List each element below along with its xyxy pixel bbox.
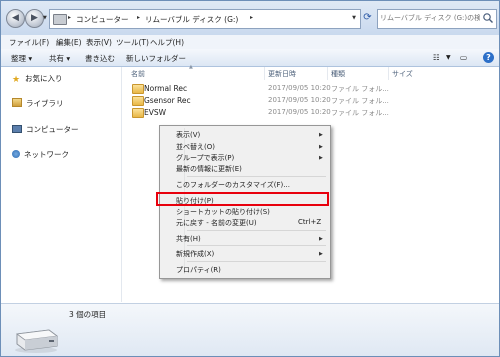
explorer-window: ◀ ▶ ▼ ▸ コンピューター ▸ リムーバブル ディスク (G:) ▸ ▼ ⟳…: [0, 0, 500, 357]
nav-item-network[interactable]: ネットワーク: [12, 149, 69, 160]
share-button[interactable]: 共有 ▾: [49, 53, 70, 64]
network-icon: [12, 150, 20, 158]
details-pane: 3 個の項目: [1, 303, 499, 356]
column-divider[interactable]: [388, 67, 389, 80]
menu-tools[interactable]: ツール(T): [116, 37, 149, 48]
menu-item-refresh[interactable]: 最新の情報に更新(E): [176, 164, 242, 174]
organize-button[interactable]: 整理 ▾: [11, 53, 32, 64]
address-bar-area: ◀ ▶ ▼ ▸ コンピューター ▸ リムーバブル ディスク (G:) ▸ ▼ ⟳: [1, 1, 499, 36]
file-date: 2017/09/05 10:20: [268, 96, 331, 104]
submenu-arrow-icon: ▶: [319, 236, 323, 242]
submenu-arrow-icon: ▶: [319, 132, 323, 138]
paste-highlight-box: [156, 192, 329, 206]
menu-item-sort-by[interactable]: 並べ替え(O): [176, 142, 215, 152]
file-type: ファイル フォル...: [331, 97, 389, 105]
view-dropdown-icon[interactable]: ▼: [446, 54, 451, 61]
menu-help[interactable]: ヘルプ(H): [150, 37, 184, 48]
nav-item-libraries[interactable]: ライブラリ: [12, 98, 64, 109]
menu-item-new[interactable]: 新規作成(X): [176, 249, 214, 259]
menu-item-customize-folder[interactable]: このフォルダーのカスタマイズ(F)...: [176, 180, 290, 190]
view-options-icon[interactable]: ☷: [433, 53, 440, 62]
submenu-arrow-icon: ▶: [319, 144, 323, 150]
menu-separator: [187, 245, 326, 246]
menu-separator: [187, 261, 326, 262]
menu-item-properties[interactable]: プロパティ(R): [176, 265, 221, 275]
item-count: 3 個の項目: [69, 310, 107, 319]
chevron-right-icon[interactable]: ▸: [250, 14, 253, 21]
back-button[interactable]: ◀: [6, 9, 25, 28]
file-row[interactable]: Gsensor Rec 2017/09/05 10:20 ファイル フォル...: [128, 95, 458, 106]
submenu-arrow-icon: ▶: [319, 155, 323, 161]
file-type: ファイル フォル...: [331, 109, 389, 117]
search-input[interactable]: [380, 12, 480, 24]
nav-label-favorites: お気に入り: [25, 74, 63, 83]
folder-icon: [132, 96, 144, 106]
navigation-pane: ★ お気に入り ライブラリ コンピューター ネットワーク: [1, 67, 122, 302]
sort-indicator-icon: ▲: [189, 64, 193, 70]
menu-edit[interactable]: 編集(E): [56, 37, 82, 48]
file-type: ファイル フォル...: [331, 85, 389, 93]
file-row[interactable]: EVSW 2017/09/05 10:20 ファイル フォル...: [128, 107, 458, 118]
nav-label-computer: コンピューター: [26, 125, 79, 134]
column-header-name[interactable]: 名前: [131, 69, 145, 79]
menu-separator: [187, 176, 326, 177]
recent-pages-dropdown[interactable]: ▼: [43, 15, 47, 21]
command-bar: 整理 ▾ 共有 ▾ 書き込む 新しいフォルダー ☷ ▼ ▭ ?: [1, 49, 499, 67]
breadcrumb-removable-disk[interactable]: リムーバブル ディスク (G:): [145, 14, 238, 25]
column-header-size[interactable]: サイズ: [392, 69, 413, 79]
file-name: EVSW: [144, 108, 167, 117]
column-divider[interactable]: [264, 67, 265, 80]
menu-bar: ファイル(F) 編集(E) 表示(V) ツール(T) ヘルプ(H): [1, 35, 499, 50]
nav-item-favorites[interactable]: ★ お気に入り: [12, 73, 63, 85]
drive-icon: [53, 14, 67, 25]
column-header-type[interactable]: 種類: [331, 69, 345, 79]
folder-icon: [132, 84, 144, 94]
file-date: 2017/09/05 10:20: [268, 108, 331, 116]
shortcut-label: Ctrl+Z: [298, 218, 322, 226]
menu-item-group-by[interactable]: グループで表示(P): [176, 153, 234, 163]
file-name: Gsensor Rec: [144, 96, 191, 105]
search-box[interactable]: [377, 9, 497, 29]
breadcrumb-computer[interactable]: コンピューター: [76, 14, 129, 25]
column-divider[interactable]: [327, 67, 328, 80]
nav-label-libraries: ライブラリ: [26, 99, 64, 108]
chevron-right-icon[interactable]: ▸: [68, 14, 71, 21]
computer-icon: [12, 125, 22, 133]
menu-file[interactable]: ファイル(F): [9, 37, 49, 48]
address-dropdown-icon[interactable]: ▼: [352, 15, 356, 21]
folder-icon: [132, 108, 144, 118]
removable-drive-icon: [15, 329, 59, 353]
help-icon[interactable]: ?: [483, 52, 494, 63]
menu-item-share[interactable]: 共有(H): [176, 234, 201, 244]
chevron-right-icon[interactable]: ▸: [137, 14, 140, 21]
forward-button[interactable]: ▶: [25, 9, 44, 28]
menu-separator: [187, 230, 326, 231]
menu-view[interactable]: 表示(V): [86, 37, 112, 48]
search-icon[interactable]: [482, 12, 494, 24]
refresh-icon[interactable]: ⟳: [361, 9, 374, 27]
new-folder-button[interactable]: 新しいフォルダー: [126, 53, 186, 64]
library-icon: [12, 98, 22, 107]
column-header-date[interactable]: 更新日時: [268, 69, 296, 79]
file-row[interactable]: Normal Rec 2017/09/05 10:20 ファイル フォル...: [128, 83, 458, 94]
menu-item-undo-rename[interactable]: 元に戻す - 名前の変更(U): [176, 218, 257, 228]
nav-item-computer[interactable]: コンピューター: [12, 124, 79, 135]
burn-button[interactable]: 書き込む: [85, 53, 115, 64]
address-box[interactable]: ▸ コンピューター ▸ リムーバブル ディスク (G:) ▸ ▼: [49, 9, 361, 29]
file-date: 2017/09/05 10:20: [268, 84, 331, 92]
menu-item-paste-shortcut[interactable]: ショートカットの貼り付け(S): [176, 207, 270, 217]
organize-label: 整理: [11, 54, 26, 63]
share-label: 共有: [49, 54, 64, 63]
nav-label-network: ネットワーク: [24, 150, 69, 159]
star-icon: ★: [12, 75, 21, 85]
preview-pane-icon[interactable]: ▭: [460, 53, 467, 62]
menu-item-view[interactable]: 表示(V): [176, 130, 200, 140]
submenu-arrow-icon: ▶: [319, 251, 323, 257]
file-name: Normal Rec: [144, 84, 188, 93]
